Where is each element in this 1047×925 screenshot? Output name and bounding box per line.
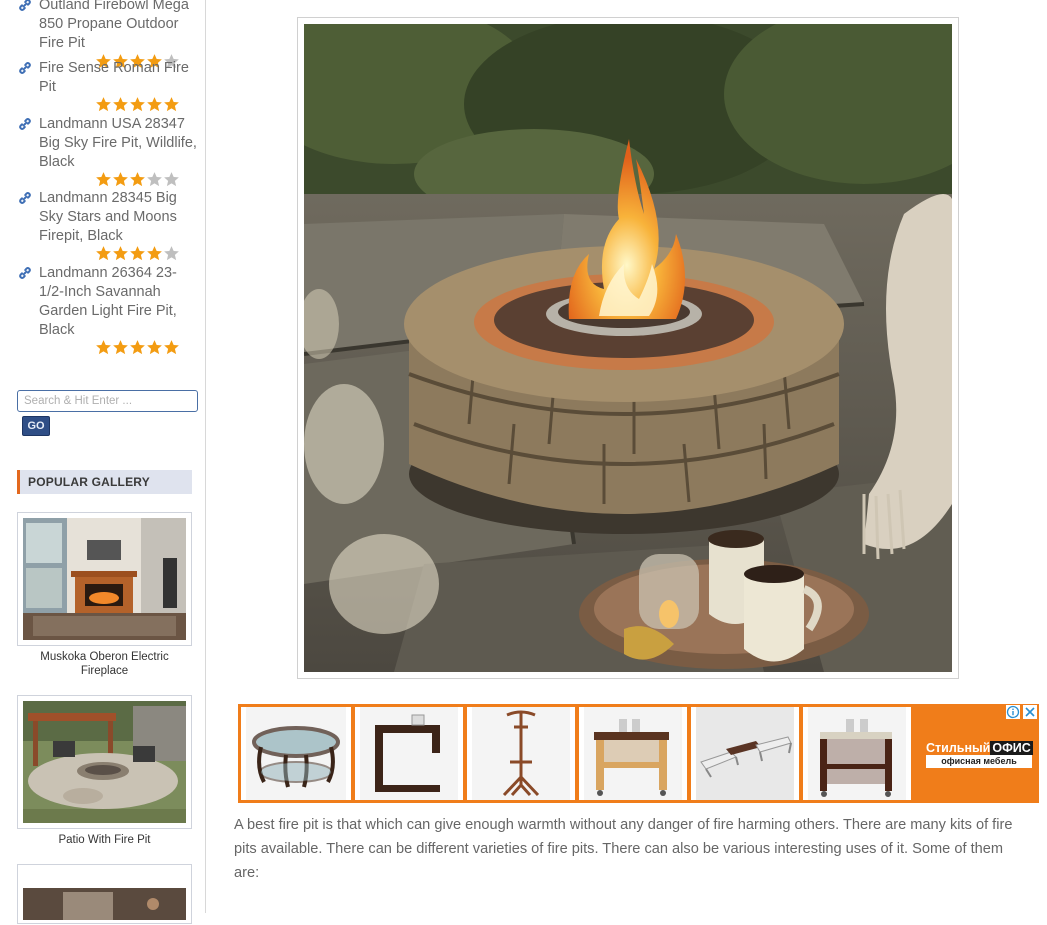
star-rating — [95, 171, 185, 189]
link-icon — [19, 118, 31, 130]
star-icon — [113, 246, 128, 261]
product-title[interactable]: Landmann 28345 Big Sky Stars and Moons F… — [39, 189, 199, 246]
sidebar-product-item[interactable]: Landmann 26364 23-1/2-Inch Savannah Gard… — [17, 264, 197, 344]
serving-cart-image — [584, 707, 682, 800]
product-title[interactable]: Fire Sense Roman Fire Pit — [39, 59, 194, 97]
star-icon — [113, 340, 128, 355]
patio-thumbnail-image — [23, 701, 186, 823]
star-rating — [95, 96, 185, 114]
fireplace-thumbnail-image — [23, 518, 186, 640]
star-icon — [96, 340, 111, 355]
section-title: POPULAR GALLERY — [28, 475, 150, 489]
star-rating — [95, 245, 185, 263]
star-icon — [130, 97, 145, 112]
glass-table-image — [246, 707, 346, 800]
star-icon — [130, 340, 145, 355]
sidebar-product-item[interactable]: Fire Sense Roman Fire Pit — [17, 59, 197, 99]
gallery-thumbnail[interactable] — [17, 695, 192, 829]
glass-bench-image — [696, 707, 794, 800]
popular-gallery-heading: POPULAR GALLERY — [17, 470, 192, 494]
main-photo — [297, 17, 959, 679]
gallery-thumbnail[interactable] — [17, 512, 192, 646]
ad-brand-tagline: офисная мебель — [926, 755, 1032, 768]
ad-product-side-table[interactable] — [355, 707, 463, 800]
star-icon — [147, 97, 162, 112]
product-title[interactable]: Landmann 26364 23-1/2-Inch Savannah Gard… — [39, 264, 199, 340]
sidebar: Outland Firebowl Mega 850 Propane Outdoo… — [0, 0, 206, 924]
search-go-button[interactable]: GO — [22, 416, 50, 436]
valet-stand-image — [472, 707, 570, 800]
link-icon — [19, 267, 31, 279]
star-icon — [113, 97, 128, 112]
tea-cart-image — [808, 707, 906, 800]
star-icon — [164, 246, 179, 261]
link-icon — [19, 62, 31, 74]
article-paragraph: A best fire pit is that which can give e… — [234, 817, 1013, 881]
product-title[interactable]: Landmann USA 28347 Big Sky Fire Pit, Wil… — [39, 115, 199, 172]
star-icon — [164, 340, 179, 355]
advertisement-banner[interactable]: Стильный ОФИС офисная мебель — [238, 704, 1039, 803]
sidebar-product-item[interactable]: Outland Firebowl Mega 850 Propane Outdoo… — [17, 0, 197, 56]
sidebar-product-item[interactable]: Landmann 28345 Big Sky Stars and Moons F… — [17, 189, 197, 249]
star-icon — [164, 97, 179, 112]
ad-brand-logo[interactable]: Стильный ОФИС офисная мебель — [913, 704, 1039, 803]
ad-product-valet-stand[interactable] — [467, 707, 575, 800]
star-icon — [147, 340, 162, 355]
search-input[interactable] — [17, 390, 198, 412]
star-icon — [130, 246, 145, 261]
link-icon — [19, 192, 31, 204]
star-icon — [96, 246, 111, 261]
ad-info-icon[interactable] — [1006, 705, 1020, 719]
fire-pit-photo — [304, 24, 952, 672]
gallery-caption[interactable]: Patio With Fire Pit — [17, 833, 192, 847]
ad-product-tea-cart[interactable] — [803, 707, 911, 800]
gallery-caption[interactable]: Muskoka Oberon Electric Fireplace — [17, 650, 192, 678]
product-title[interactable]: Outland Firebowl Mega 850 Propane Outdoo… — [39, 0, 199, 53]
ad-brand-name: Стильный ОФИС — [926, 741, 1033, 755]
star-icon — [147, 246, 162, 261]
link-icon — [19, 0, 31, 11]
star-icon — [147, 172, 162, 187]
sidebar-product-item[interactable]: Landmann USA 28347 Big Sky Fire Pit, Wil… — [17, 115, 197, 175]
ad-close-icon[interactable] — [1023, 705, 1037, 719]
side-table-image — [360, 707, 458, 800]
ad-product-glass-table[interactable] — [241, 707, 351, 800]
star-icon — [96, 97, 111, 112]
star-icon — [130, 172, 145, 187]
ad-product-glass-bench[interactable] — [691, 707, 799, 800]
ad-product-serving-cart[interactable] — [579, 707, 687, 800]
star-rating — [95, 339, 185, 357]
star-icon — [96, 172, 111, 187]
gallery-thumbnail[interactable] — [17, 864, 192, 924]
star-icon — [164, 172, 179, 187]
star-icon — [113, 172, 128, 187]
